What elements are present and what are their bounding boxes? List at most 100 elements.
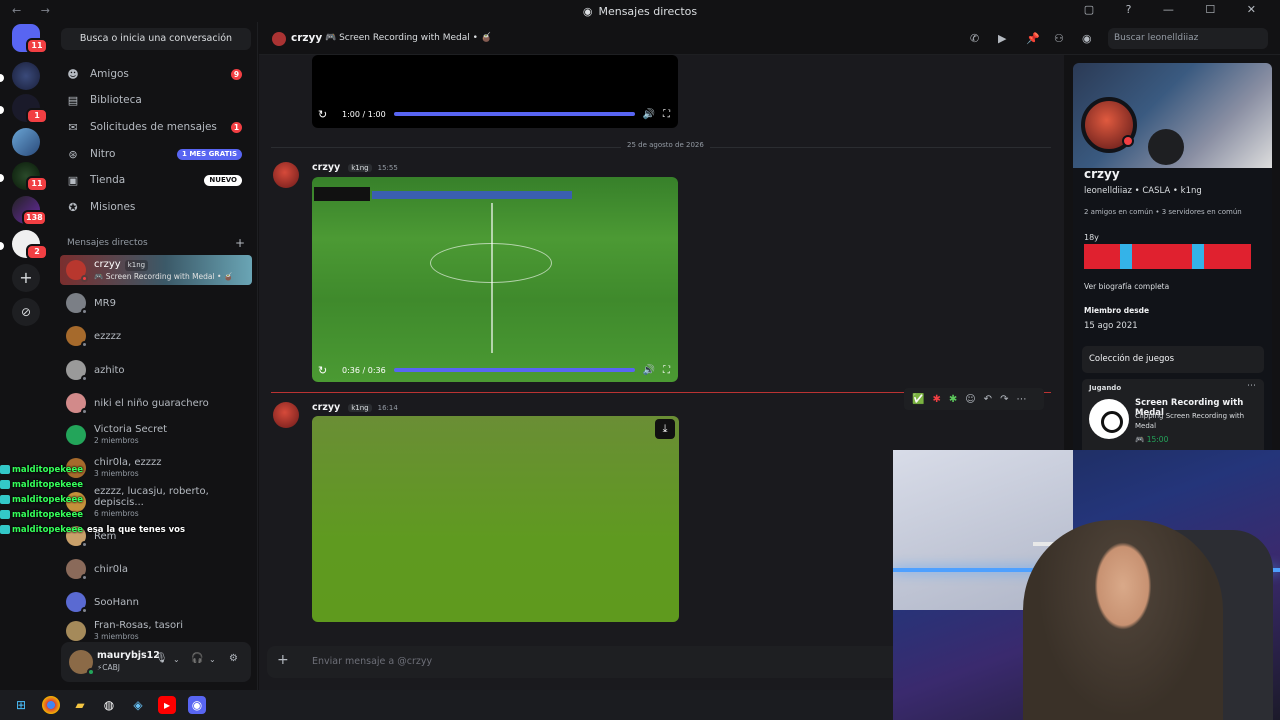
video-time: 0:36 / 0:36	[342, 365, 386, 375]
nav-library[interactable]: ▤ Biblioteca	[60, 88, 252, 112]
headphones-icon[interactable]: 🎧	[191, 653, 203, 664]
forward-icon[interactable]: ↷	[1000, 394, 1008, 405]
dm-item[interactable]: azhito	[60, 355, 252, 385]
status-dot	[81, 541, 88, 548]
user-profile-icon[interactable]: ◉	[1082, 32, 1092, 45]
nav-arrows[interactable]: ← →	[12, 4, 58, 17]
chrome-icon[interactable]	[42, 696, 60, 714]
image-attachment[interactable]: ⤓	[312, 416, 679, 622]
user-avatar[interactable]	[69, 650, 95, 676]
nav-nitro[interactable]: ⊛ Nitro 1 MES GRATIS	[60, 142, 252, 166]
check-reaction-icon[interactable]: ✅	[912, 394, 924, 405]
header-username[interactable]: crzyy	[291, 32, 322, 44]
youtube-icon[interactable]: ▸	[158, 696, 176, 714]
reaction-icon[interactable]: ✱	[932, 394, 940, 405]
fullscreen-icon[interactable]: ⛶	[663, 109, 670, 120]
add-friends-icon[interactable]: ⚇	[1054, 32, 1064, 45]
server-cod[interactable]: 1	[12, 94, 48, 124]
message-input[interactable]: Enviar mensaje a @crzyy	[312, 656, 432, 667]
nav-friends[interactable]: ☻ Amigos 9	[60, 62, 252, 86]
microphone-icon[interactable]: 🎙	[155, 653, 168, 664]
chat-badge-icon	[0, 510, 10, 519]
dm-item-crzyy[interactable]: crzyy k1ng 🎮 Screen Recording with Medal …	[60, 255, 252, 285]
profile-badge-icon	[1148, 129, 1184, 165]
add-server-button[interactable]: +	[12, 264, 40, 292]
replay-icon[interactable]: ↻	[318, 364, 332, 377]
windows-start-icon[interactable]: ⊞	[12, 696, 30, 714]
chevron-down-icon[interactable]: ⌄	[209, 655, 216, 664]
nav-quests[interactable]: ✪ Misiones	[60, 195, 252, 219]
view-full-bio-link[interactable]: Ver biografía completa	[1084, 282, 1169, 291]
dm-item[interactable]: SooHann	[60, 587, 252, 617]
server-avatar-white[interactable]: 2	[12, 230, 48, 260]
discover-button[interactable]: ⊘	[12, 298, 40, 326]
reaction-icon[interactable]: ✱	[949, 394, 957, 405]
video-call-icon[interactable]: ▶	[998, 32, 1006, 45]
dm-name: Fran-Rosas, tasori	[94, 620, 183, 631]
fullscreen-icon[interactable]: ⛶	[663, 365, 670, 376]
new-badge: NUEVO	[204, 174, 242, 186]
file-explorer-icon[interactable]: ▰	[71, 696, 89, 714]
mutual-info[interactable]: 2 amigos en común • 3 servidores en comú…	[1084, 208, 1242, 216]
discord-taskbar-icon[interactable]: ◉	[188, 696, 206, 714]
date-divider: 25 de agosto de 2026	[271, 141, 1051, 149]
video-attachment[interactable]: ↻ 1:00 / 1:00 🔊 ⛶	[312, 55, 678, 128]
settings-gear-icon[interactable]: ⚙	[229, 653, 238, 664]
chat-user: malditopekeee	[12, 479, 83, 490]
server-avatar-blue[interactable]	[12, 128, 40, 156]
dm-name: SooHann	[94, 596, 139, 608]
profile-avatar[interactable]	[1081, 97, 1137, 153]
add-reaction-icon[interactable]: ☺	[965, 394, 975, 405]
message-timestamp: 15:55	[377, 163, 398, 172]
status-dot	[81, 375, 88, 382]
voice-call-icon[interactable]: ✆	[970, 32, 979, 45]
server-clubes[interactable]	[12, 62, 40, 90]
window-controls[interactable]: ▢ ? — ☐ ✕	[1084, 3, 1270, 16]
nitro-promo-badge: 1 MES GRATIS	[177, 148, 242, 160]
find-conversation-button[interactable]: Busca o inicia una conversación	[61, 28, 251, 50]
message-header: crzyy k1ng 16:14	[312, 402, 398, 413]
attach-plus-icon[interactable]: +	[277, 652, 289, 668]
dm-item[interactable]: chir0la	[60, 554, 252, 584]
steam-icon[interactable]: ◈	[129, 696, 147, 714]
chat-line: malditopekeee	[0, 477, 260, 492]
pin-icon[interactable]: 📌	[1026, 32, 1040, 45]
message-author[interactable]: crzyy	[312, 162, 340, 173]
dm-item-group[interactable]: Fran-Rosas, tasori 3 miembros	[60, 620, 252, 642]
app-icon[interactable]: ◍	[100, 696, 118, 714]
dm-name: MR9	[94, 297, 116, 309]
chevron-down-icon[interactable]: ⌄	[173, 655, 180, 664]
reply-icon[interactable]: ↶	[984, 394, 992, 405]
message-avatar[interactable]	[273, 162, 299, 188]
message-avatar[interactable]	[273, 402, 299, 428]
video-progress-bar[interactable]	[394, 368, 635, 372]
server-tiktok[interactable]: 138	[12, 196, 47, 226]
member-since-label: Miembro desde	[1084, 306, 1150, 315]
download-icon[interactable]: ⤓	[655, 419, 675, 439]
create-dm-plus-icon[interactable]: +	[235, 236, 245, 250]
game-collection-button[interactable]: Colección de juegos	[1082, 346, 1264, 373]
group-avatar	[66, 425, 86, 445]
volume-icon[interactable]: 🔊	[643, 109, 655, 120]
dm-item[interactable]: ezzzz	[60, 321, 252, 351]
dm-item[interactable]: niki el niño guarachero	[60, 388, 252, 418]
video-progress-bar[interactable]	[394, 112, 635, 116]
nav-message-requests[interactable]: ✉ Solicitudes de mensajes 1	[60, 115, 252, 139]
center-circle	[430, 243, 552, 283]
replay-icon[interactable]: ↻	[318, 108, 332, 121]
server-avatar-green[interactable]: 11	[12, 162, 48, 192]
search-input[interactable]: Buscar leonelldiiaz	[1108, 28, 1268, 49]
header-avatar	[272, 32, 286, 46]
dm-item[interactable]: MR9	[60, 288, 252, 318]
dm-item-group[interactable]: Victoria Secret 2 miembros	[60, 420, 252, 450]
volume-icon[interactable]: 🔊	[643, 365, 655, 376]
nav-label: Nitro	[90, 148, 116, 160]
chat-msg: esa la que tenes vos	[86, 524, 186, 535]
video-attachment-football[interactable]: ↻ 0:36 / 0:36 🔊 ⛶	[312, 177, 678, 382]
message-author[interactable]: crzyy	[312, 402, 340, 413]
home-dm-button[interactable]: 11	[12, 24, 48, 54]
nav-shop[interactable]: ▣ Tienda NUEVO	[60, 168, 252, 192]
more-options-icon[interactable]: ⋯	[1247, 381, 1256, 391]
dm-activity: 🎮 Screen Recording with Medal • 🧉	[94, 271, 234, 281]
more-options-icon[interactable]: ⋯	[1016, 394, 1026, 405]
